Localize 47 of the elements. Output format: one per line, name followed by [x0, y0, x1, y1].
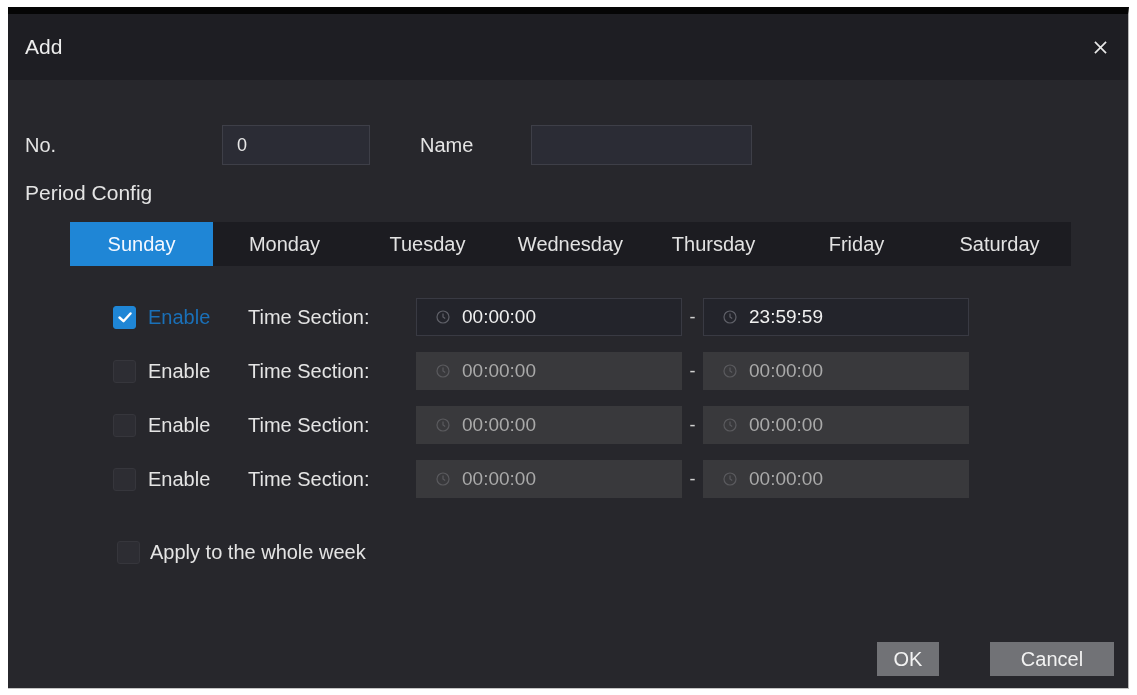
time-field[interactable]: 00:00:00 [416, 298, 682, 336]
close-icon[interactable] [1094, 40, 1107, 54]
text-field[interactable] [531, 125, 752, 165]
clock-icon [723, 310, 737, 324]
time-field[interactable]: 00:00:00 [416, 352, 682, 390]
time-field[interactable]: 00:00:00 [703, 352, 969, 390]
range-dash: - [688, 468, 697, 490]
range-dash: - [688, 360, 697, 382]
time-section-label: Time Section: [248, 359, 371, 383]
time-field[interactable]: 00:00:00 [703, 460, 969, 498]
time-field[interactable]: 00:00:00 [416, 406, 682, 444]
clock-icon [436, 472, 450, 486]
time-field[interactable]: 00:00:00 [416, 460, 682, 498]
dialog-button[interactable]: Cancel [990, 642, 1114, 676]
day-tab[interactable]: Wednesday [499, 222, 642, 266]
checkbox-label: Apply to the whole week [150, 540, 366, 564]
field-label: Name [420, 133, 475, 157]
day-tab[interactable]: Thursday [642, 222, 785, 266]
clock-icon [436, 418, 450, 432]
checkbox-label: Enable [148, 467, 212, 491]
day-tab[interactable]: Saturday [928, 222, 1071, 266]
time-section-label: Time Section: [248, 467, 371, 491]
clock-icon [723, 472, 737, 486]
checkbox-label: Enable [148, 305, 212, 329]
checkbox[interactable] [113, 305, 136, 329]
clock-icon [436, 310, 450, 324]
dialog-button[interactable]: OK [877, 642, 939, 676]
range-dash: - [688, 306, 697, 328]
day-tab[interactable]: Tuesday [356, 222, 499, 266]
clock-icon [436, 364, 450, 378]
time-field[interactable]: 23:59:59 [703, 298, 969, 336]
time-field[interactable]: 00:00:00 [703, 406, 969, 444]
text-field[interactable]: 0 [222, 125, 370, 165]
clock-icon [723, 418, 737, 432]
dialog-title: Add [25, 35, 63, 59]
day-tab[interactable]: Sunday [70, 222, 213, 266]
range-dash: - [688, 414, 697, 436]
section-title: Period Config [25, 181, 154, 205]
check-icon [117, 311, 132, 323]
checkbox-label: Enable [148, 413, 212, 437]
day-tab[interactable]: Monday [213, 222, 356, 266]
time-section-label: Time Section: [248, 413, 371, 437]
checkbox-label: Enable [148, 359, 212, 383]
time-section-label: Time Section: [248, 305, 371, 329]
field-label: No. [25, 133, 58, 157]
day-tab[interactable]: Friday [785, 222, 928, 266]
clock-icon [723, 364, 737, 378]
